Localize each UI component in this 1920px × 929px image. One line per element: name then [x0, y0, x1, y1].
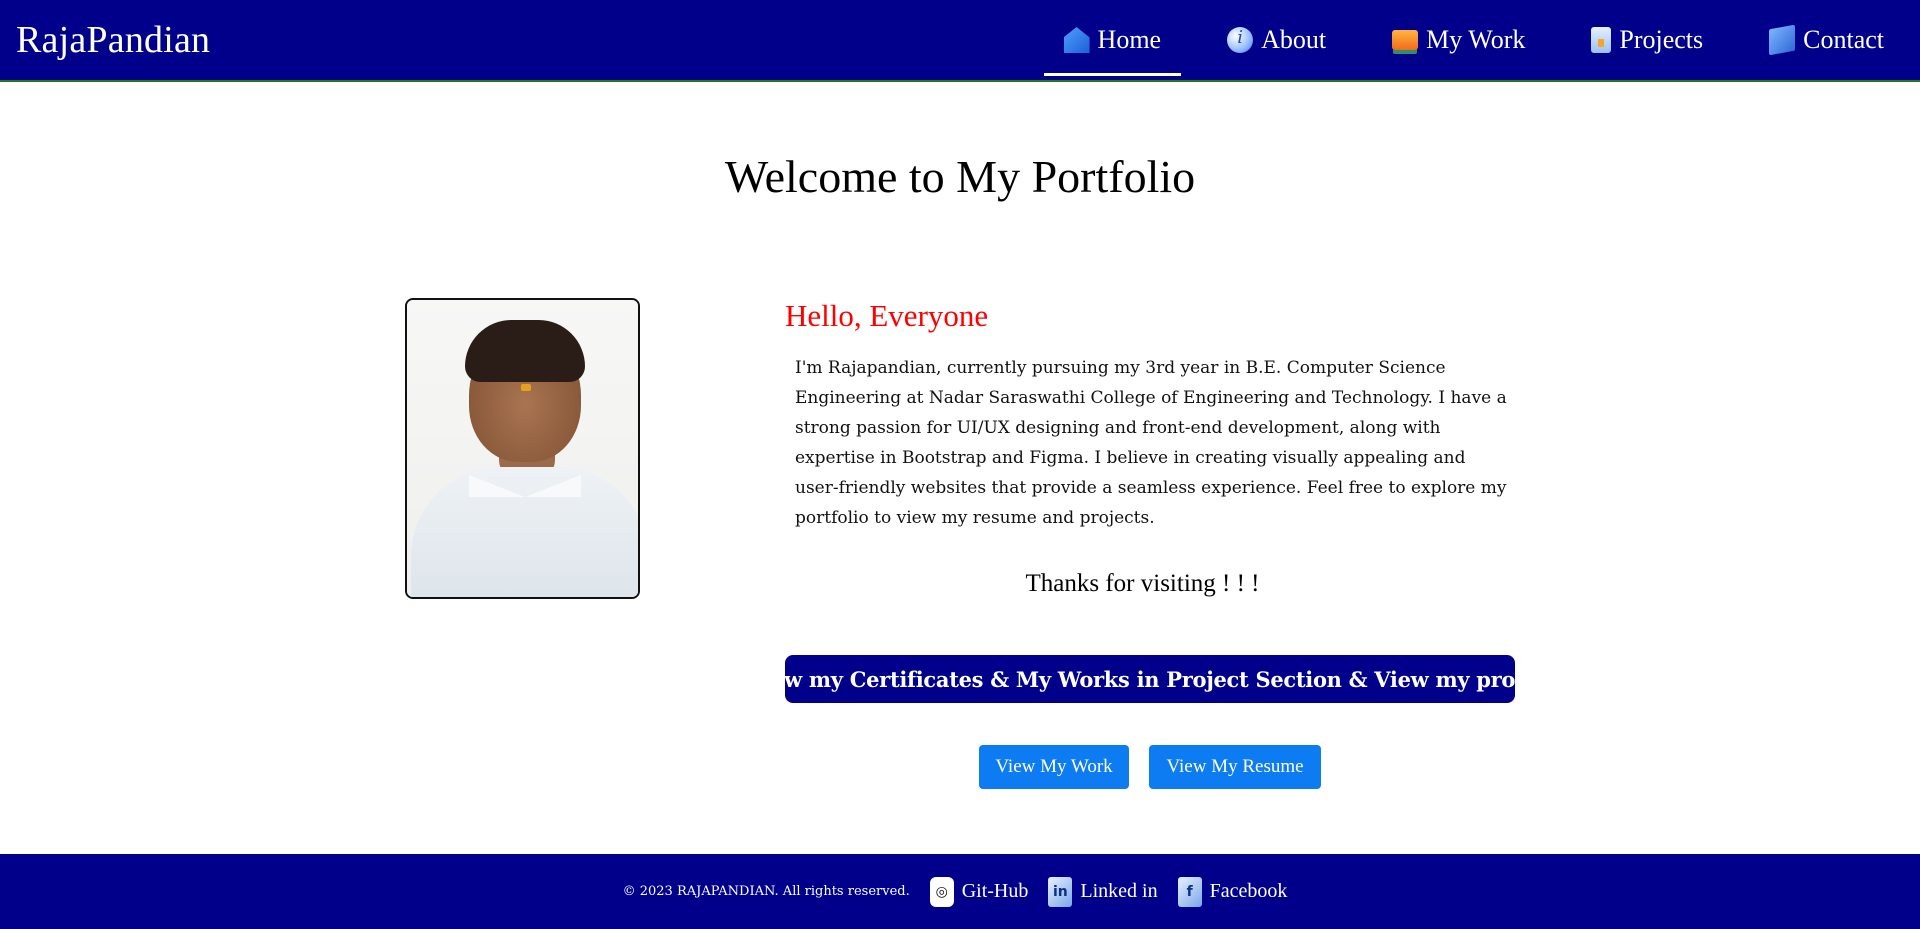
facebook-label: Facebook: [1209, 880, 1288, 902]
nav-projects-label: Projects: [1619, 25, 1704, 54]
nav-home[interactable]: Home: [1043, 8, 1182, 76]
banner-text: View my Certificates & My Works in Proje…: [785, 666, 1515, 692]
github-link[interactable]: ◎ Git-Hub: [929, 876, 1029, 907]
about-paragraph: I'm Rajapandian, currently pursuing my 3…: [795, 358, 1507, 528]
view-my-work-button[interactable]: View My Work: [979, 745, 1129, 789]
info-icon: [1227, 27, 1254, 53]
github-icon: ◎: [929, 876, 954, 907]
photo-hair: [465, 320, 585, 382]
facebook-link[interactable]: f Facebook: [1177, 876, 1288, 907]
linkedin-link[interactable]: in Linked in: [1048, 876, 1158, 907]
document-icon: [1591, 27, 1612, 53]
github-label: Git-Hub: [961, 880, 1029, 902]
photo-shirt: [411, 467, 638, 597]
thanks-text: Thanks for visiting ! ! !: [1025, 570, 1260, 597]
greeting-heading: Hello, Everyone: [785, 298, 989, 333]
page-title: Welcome to My Portfolio: [724, 151, 1196, 202]
linkedin-icon: in: [1048, 876, 1073, 907]
facebook-icon: f: [1177, 876, 1202, 907]
linkedin-label: Linked in: [1080, 880, 1158, 902]
main-nav: Home About My Work Projects Contact: [1043, 8, 1904, 76]
photo-tilak: [521, 384, 531, 391]
navbar: RajaPandian Home About My Work Projects …: [0, 0, 1920, 82]
nav-my-work[interactable]: My Work: [1372, 8, 1545, 72]
footer: © 2023 RAJAPANDIAN. All rights reserved.…: [0, 854, 1920, 929]
contact-icon: [1769, 24, 1796, 56]
copyright-text: © 2023 RAJAPANDIAN. All rights reserved.: [622, 884, 910, 899]
nav-about-label: About: [1261, 25, 1327, 54]
brand-logo[interactable]: RajaPandian: [16, 18, 210, 62]
nav-contact-label: Contact: [1803, 25, 1884, 54]
nav-contact[interactable]: Contact: [1749, 8, 1904, 72]
nav-home-label: Home: [1097, 25, 1162, 54]
home-icon: [1063, 27, 1090, 53]
scrolling-banner: View my Certificates & My Works in Proje…: [785, 655, 1515, 703]
profile-photo: [405, 298, 640, 599]
view-my-resume-button[interactable]: View My Resume: [1149, 745, 1321, 789]
monitor-icon: [1392, 30, 1419, 50]
nav-my-work-label: My Work: [1426, 25, 1526, 54]
nav-projects[interactable]: Projects: [1571, 8, 1723, 72]
nav-about[interactable]: About: [1207, 8, 1346, 72]
